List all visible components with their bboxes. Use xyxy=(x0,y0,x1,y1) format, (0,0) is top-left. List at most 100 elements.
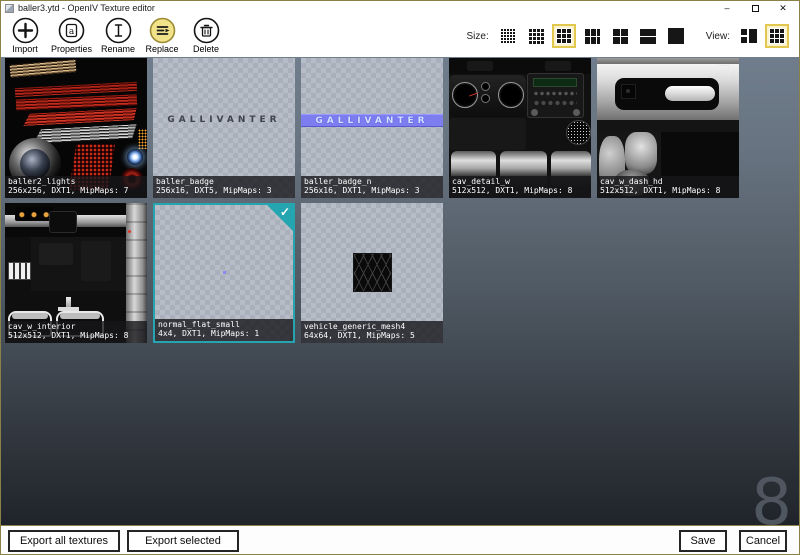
toolbar: Import a Properties Rename Replace Delet… xyxy=(1,15,799,57)
import-label: Import xyxy=(12,44,38,54)
texture-tile-baller2-lights[interactable]: baller2_lights 256x256, DXT1, MipMaps: 7 xyxy=(5,58,147,198)
normal-map-pixel xyxy=(223,271,226,274)
taillight-red-band xyxy=(23,108,137,126)
properties-circle-icon: a xyxy=(58,17,85,44)
grid-size-large-icon xyxy=(584,28,600,44)
texture-tile-cav-w-dash-hd[interactable]: cav_w_dash_hd 512x512, DXT1, MipMaps: 8 xyxy=(597,58,739,198)
dash-vent xyxy=(545,61,571,71)
gauge-right xyxy=(498,82,524,108)
led-array xyxy=(138,129,147,149)
texture-info: 256x256, DXT1, MipMaps: 7 xyxy=(8,187,144,196)
grid-size-xlarge-icon xyxy=(612,28,628,44)
texture-grid-area: 8 baller2_lights xyxy=(1,57,799,525)
cancel-button[interactable]: Cancel xyxy=(739,530,787,552)
selection-checkmark-icon: ✓ xyxy=(280,206,290,218)
view-thumbnails-icon xyxy=(769,28,785,44)
maximize-button[interactable] xyxy=(741,1,769,15)
window-title: baller3.ytd - OpenIV Texture editor xyxy=(18,1,155,15)
view-option-thumbnails-selected[interactable] xyxy=(765,24,789,48)
texture-label: cav_w_dash_hd 512x512, DXT1, MipMaps: 8 xyxy=(597,176,739,198)
size-option-5[interactable] xyxy=(608,24,632,48)
save-button[interactable]: Save xyxy=(679,530,727,552)
toolbar-right-group: Size: View: xyxy=(466,15,793,57)
interior-panel xyxy=(39,243,73,265)
texture-tile-normal-flat-small[interactable]: ✓ normal_flat_small 4x4, DXT1, MipMaps: … xyxy=(153,203,295,343)
view-details-icon xyxy=(741,28,757,44)
texture-tile-baller-badge[interactable]: GALLIVANTER baller_badge 256x16, DXT5, M… xyxy=(153,58,295,198)
badge-text: GALLIVANTER xyxy=(153,115,295,125)
mesh-swatch xyxy=(353,253,392,292)
texture-tile-vehicle-generic-mesh4[interactable]: vehicle_generic_mesh4 64x64, DXT1, MipMa… xyxy=(301,203,443,343)
seat-part xyxy=(625,132,657,174)
size-option-1[interactable] xyxy=(496,24,520,48)
export-selected-button[interactable]: Export selected xyxy=(127,530,239,552)
delete-label: Delete xyxy=(193,44,219,54)
badge-text: GALLIVANTER xyxy=(301,116,443,126)
size-option-2[interactable] xyxy=(524,24,548,48)
properties-button[interactable]: a Properties xyxy=(47,16,96,54)
seat-cushion xyxy=(60,313,100,319)
export-all-textures-button[interactable]: Export all textures xyxy=(8,530,120,552)
normal-map-strip: GALLIVANTER xyxy=(301,114,443,127)
radio-knob xyxy=(573,109,580,116)
window-controls: – ✕ xyxy=(713,1,797,15)
gauge-cluster-amber xyxy=(15,207,53,221)
dash-vent xyxy=(467,61,493,71)
import-button[interactable]: Import xyxy=(3,16,47,54)
grid-size-small-icon xyxy=(528,28,544,44)
minimize-button[interactable]: – xyxy=(713,1,741,15)
texture-label: cav_detail_w 512x512, DXT1, MipMaps: 8 xyxy=(449,176,591,198)
chrome-pill xyxy=(665,86,715,101)
titlebar: baller3.ytd - OpenIV Texture editor – ✕ xyxy=(1,1,799,15)
grid-size-medium-icon xyxy=(556,28,572,44)
minimize-icon: – xyxy=(724,3,729,13)
texture-info: 256x16, DXT1, MipMaps: 3 xyxy=(304,187,440,196)
center-console-box xyxy=(49,211,77,233)
radio-buttons xyxy=(533,91,577,96)
taillight-red-band xyxy=(16,94,137,110)
radio-knob xyxy=(531,109,538,116)
delete-button[interactable]: Delete xyxy=(184,16,228,54)
dash-lower-panel xyxy=(449,118,526,150)
texture-tile-cav-w-interior[interactable]: cav_w_interior 512x512, DXT1, MipMaps: 8 xyxy=(5,203,147,343)
texture-label: baller2_lights 256x256, DXT1, MipMaps: 7 xyxy=(5,176,147,198)
texture-label: baller_badge_n 256x16, DXT1, MipMaps: 3 xyxy=(301,176,443,198)
texture-info: 64x64, DXT1, MipMaps: 5 xyxy=(304,332,440,341)
rename-label: Rename xyxy=(101,44,135,54)
close-icon: ✕ xyxy=(779,3,787,14)
texture-info: 256x16, DXT5, MipMaps: 3 xyxy=(156,187,292,196)
taillight-amber-strip xyxy=(10,59,77,78)
interior-panel xyxy=(81,241,111,281)
texture-info: 512x512, DXT1, MipMaps: 8 xyxy=(600,187,736,196)
texture-tile-baller-badge-n[interactable]: GALLIVANTER baller_badge_n 256x16, DXT1,… xyxy=(301,58,443,198)
texture-tile-cav-detail-w[interactable]: cav_detail_w 512x512, DXT1, MipMaps: 8 xyxy=(449,58,591,198)
window-switches xyxy=(8,262,31,280)
ibeam-circle-icon xyxy=(105,17,132,44)
gauge-small xyxy=(481,94,490,103)
gauge-small xyxy=(481,82,490,91)
texture-label: cav_w_interior 512x512, DXT1, MipMaps: 8 xyxy=(5,321,147,343)
properties-label: Properties xyxy=(51,44,92,54)
app-icon xyxy=(5,4,14,13)
size-option-7[interactable] xyxy=(664,24,688,48)
size-option-3-selected[interactable] xyxy=(552,24,576,48)
grid-size-xsmall-icon xyxy=(500,28,516,44)
texture-info: 512x512, DXT1, MipMaps: 8 xyxy=(8,332,144,341)
texture-label: normal_flat_small 4x4, DXT1, MipMaps: 1 xyxy=(155,319,293,341)
replace-label: Replace xyxy=(146,44,179,54)
seat-cushion xyxy=(12,313,48,319)
size-option-6[interactable] xyxy=(636,24,660,48)
radio-display xyxy=(533,78,577,87)
grid-size-xxlarge-icon xyxy=(640,28,656,44)
view-label: View: xyxy=(706,31,730,42)
rename-button[interactable]: Rename xyxy=(96,16,140,54)
replace-button[interactable]: Replace xyxy=(140,16,184,54)
replace-circle-icon xyxy=(149,17,176,44)
headlamp-lens-core xyxy=(20,149,50,179)
red-indicator-dot xyxy=(128,230,131,233)
close-button[interactable]: ✕ xyxy=(769,1,797,15)
view-option-details[interactable] xyxy=(737,24,761,48)
svg-text:a: a xyxy=(69,27,75,37)
size-option-4[interactable] xyxy=(580,24,604,48)
radio-buttons xyxy=(533,100,577,106)
